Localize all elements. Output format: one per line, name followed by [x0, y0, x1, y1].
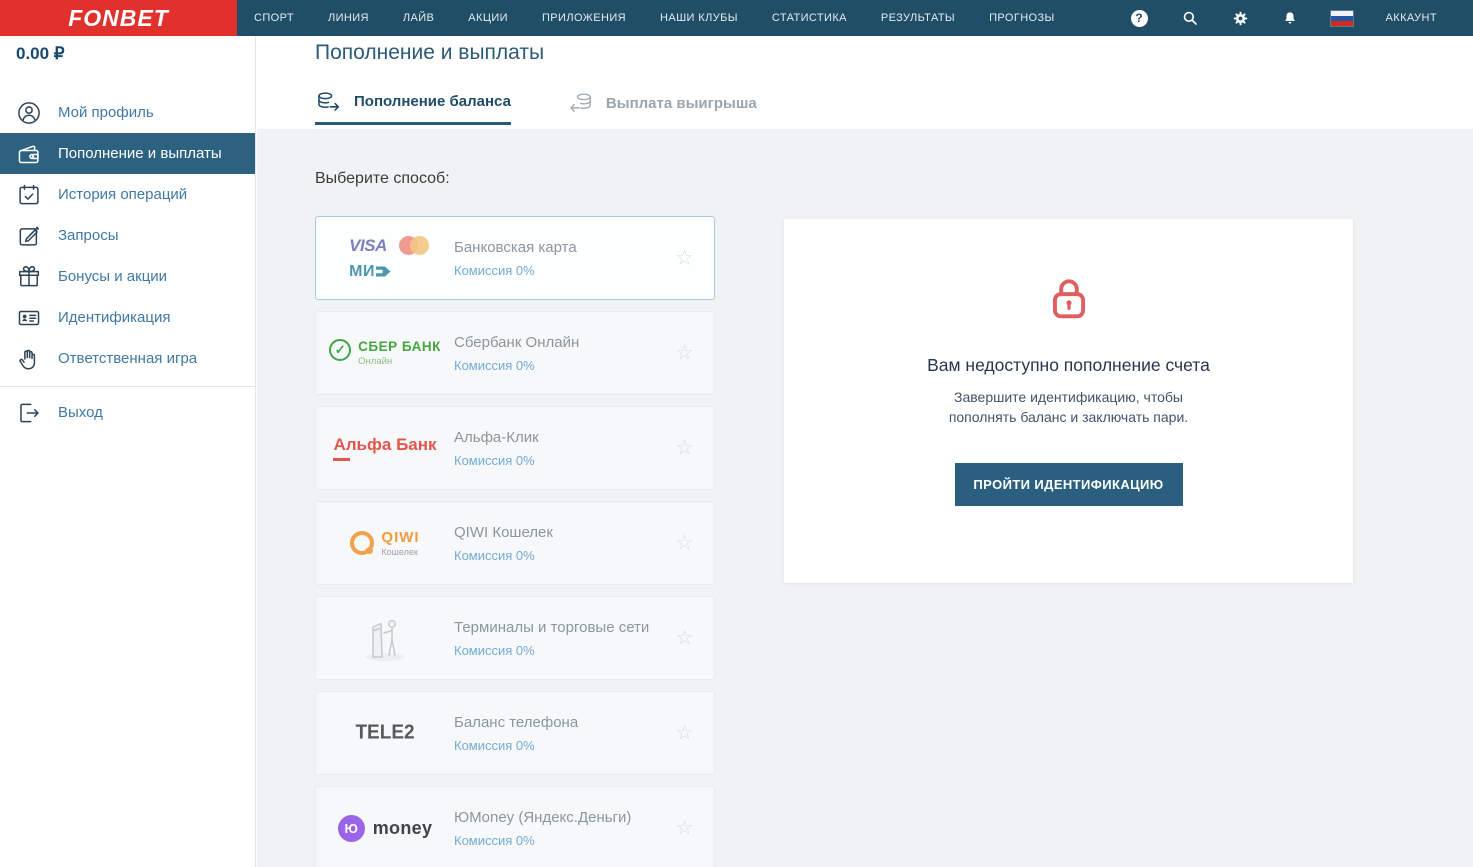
main-nav-menu: СПОРТ ЛИНИЯ ЛАЙВ АКЦИИ ПРИЛОЖЕНИЯ НАШИ К…	[237, 0, 1072, 36]
fonbet-logo-text: FONBET	[68, 5, 169, 32]
page-header: Пополнение и выплаты Пополнение баланса	[257, 36, 1473, 129]
account-button[interactable]: АККАУНТ	[1386, 12, 1437, 24]
sidebar-item-bonuses[interactable]: Бонусы и акции	[0, 256, 255, 297]
alfa-underline	[333, 458, 350, 462]
page-title: Пополнение и выплаты	[315, 36, 1473, 65]
sidebar-item-label: История операций	[58, 186, 187, 203]
sidebar-item-requests[interactable]: Запросы	[0, 215, 255, 256]
pass-identification-button[interactable]: ПРОЙТИ ИДЕНТИФИКАЦИЮ	[955, 463, 1183, 506]
choose-method-label: Выберите способ:	[257, 129, 1473, 188]
method-card-sberbank[interactable]: ✓ СБЕР БАНК Онлайн Сбербанк Онлайн Комис…	[315, 311, 715, 395]
main-content: Пополнение и выплаты Пополнение баланса	[257, 36, 1473, 867]
sidebar-item-label: Идентификация	[58, 309, 170, 326]
notifications-bell-icon[interactable]	[1282, 10, 1298, 27]
nav-right-controls: ?	[1131, 0, 1473, 36]
sidebar-item-label: Выход	[58, 404, 103, 421]
profile-icon	[15, 99, 42, 126]
locked-panel-title: Вам недоступно пополнение счета	[784, 355, 1353, 376]
sber-check-icon: ✓	[329, 339, 351, 361]
settings-gear-icon[interactable]	[1232, 10, 1249, 27]
coins-in-icon	[315, 90, 343, 114]
hand-icon	[15, 345, 42, 372]
deposit-locked-panel: Вам недоступно пополнение счета Завершит…	[784, 219, 1353, 583]
sidebar-item-label: Пополнение и выплаты	[58, 145, 222, 162]
mir-logo: МИ	[349, 263, 391, 281]
method-card-bank-card[interactable]: VISA МИ Банковская карта Комиссия 0%	[315, 216, 715, 300]
method-card-phone-balance[interactable]: TELE2 Баланс телефона Комиссия 0% ☆	[315, 691, 715, 775]
nav-item-apps[interactable]: ПРИЛОЖЕНИЯ	[525, 0, 643, 36]
tab-label: Выплата выигрыша	[606, 95, 757, 112]
tabs-bar: Пополнение баланса Выплата выигрыша	[315, 81, 1473, 125]
method-card-qiwi[interactable]: QIWI Кошелек QIWI Кошелек Комиссия 0% ☆	[315, 501, 715, 585]
yoomoney-logo: Ю money	[316, 815, 454, 842]
fonbet-logo[interactable]: FONBET	[0, 0, 237, 36]
gift-icon	[15, 263, 42, 290]
sidebar-item-label: Запросы	[58, 227, 119, 244]
qiwi-ring-icon	[350, 531, 374, 555]
sidebar-item-identification[interactable]: Идентификация	[0, 297, 255, 338]
coins-out-icon	[567, 91, 595, 115]
history-icon	[15, 181, 42, 208]
sidebar-item-logout[interactable]: Выход	[0, 392, 255, 433]
sidebar-item-responsible-gaming[interactable]: Ответственная игра	[0, 338, 255, 379]
nav-item-promos[interactable]: АКЦИИ	[451, 0, 525, 36]
yoomoney-badge: Ю	[338, 815, 365, 842]
tele2-logo: TELE2	[316, 722, 454, 744]
nav-item-live[interactable]: ЛАЙВ	[386, 0, 451, 36]
favorite-star-icon[interactable]: ☆	[675, 818, 694, 839]
tab-withdraw-winnings[interactable]: Выплата выигрыша	[567, 81, 757, 125]
favorite-star-icon[interactable]: ☆	[675, 723, 694, 744]
sidebar-menu: Мой профиль Пополнение и выплаты	[0, 92, 255, 433]
sidebar-item-label: Ответственная игра	[58, 350, 197, 367]
deposit-content: Выберите способ: VISA МИ	[257, 129, 1473, 867]
method-card-terminals[interactable]: Терминалы и торговые сети Комиссия 0% ☆	[315, 596, 715, 680]
fonbet-app: FONBET СПОРТ ЛИНИЯ ЛАЙВ АКЦИИ ПРИЛОЖЕНИЯ…	[0, 0, 1473, 867]
favorite-star-icon[interactable]: ☆	[675, 533, 694, 554]
wallet-icon	[15, 140, 42, 167]
sidebar-divider	[0, 386, 255, 387]
locked-panel-description: Завершите идентификацию, чтобы пополнять…	[924, 388, 1214, 427]
balance-amount: 0.00 ₽	[0, 36, 255, 64]
favorite-star-icon[interactable]: ☆	[675, 248, 694, 269]
tab-deposit-balance[interactable]: Пополнение баланса	[315, 81, 511, 125]
nav-item-clubs[interactable]: НАШИ КЛУБЫ	[643, 0, 755, 36]
id-card-icon	[15, 304, 42, 331]
favorite-star-icon[interactable]: ☆	[675, 438, 694, 459]
sberbank-logo: ✓ СБЕР БАНК Онлайн	[316, 339, 454, 367]
qiwi-logo: QIWI Кошелек	[316, 529, 454, 557]
method-card-alfa-click[interactable]: Альфа Банк Альфа-Клик Комиссия 0% ☆	[315, 406, 715, 490]
mastercard-logo	[399, 236, 429, 255]
favorite-star-icon[interactable]: ☆	[675, 343, 694, 364]
sidebar-item-profile[interactable]: Мой профиль	[0, 92, 255, 133]
favorite-star-icon[interactable]: ☆	[675, 628, 694, 649]
alfabank-logo: Альфа Банк	[316, 435, 454, 462]
language-flag-ru-icon[interactable]	[1331, 11, 1353, 26]
nav-item-statistics[interactable]: СТАТИСТИКА	[755, 0, 864, 36]
nav-item-line[interactable]: ЛИНИЯ	[311, 0, 386, 36]
search-icon[interactable]	[1181, 9, 1199, 27]
sidebar-item-deposits[interactable]: Пополнение и выплаты	[0, 133, 255, 174]
account-sidebar: 0.00 ₽ Мой профиль	[0, 36, 256, 867]
lock-icon	[784, 273, 1353, 325]
payment-methods-list: VISA МИ Банковская карта Комиссия 0%	[315, 216, 715, 867]
nav-item-results[interactable]: РЕЗУЛЬТАТЫ	[864, 0, 972, 36]
nav-item-forecasts[interactable]: ПРОГНОЗЫ	[972, 0, 1072, 36]
tab-label: Пополнение баланса	[354, 93, 511, 110]
requests-icon	[15, 222, 42, 249]
method-card-yoomoney[interactable]: Ю money ЮMoney (Яндекс.Деньги) Комиссия …	[315, 786, 715, 867]
sidebar-item-label: Мой профиль	[58, 104, 154, 121]
help-icon[interactable]: ?	[1131, 10, 1148, 27]
bank-card-logo: VISA МИ	[316, 236, 454, 281]
nav-item-sport[interactable]: СПОРТ	[237, 0, 311, 36]
terminal-illustration	[316, 610, 454, 666]
sidebar-item-label: Бонусы и акции	[58, 268, 167, 285]
top-nav: FONBET СПОРТ ЛИНИЯ ЛАЙВ АКЦИИ ПРИЛОЖЕНИЯ…	[0, 0, 1473, 36]
sidebar-item-history[interactable]: История операций	[0, 174, 255, 215]
logout-icon	[15, 399, 42, 426]
visa-logo: VISA	[349, 236, 387, 256]
